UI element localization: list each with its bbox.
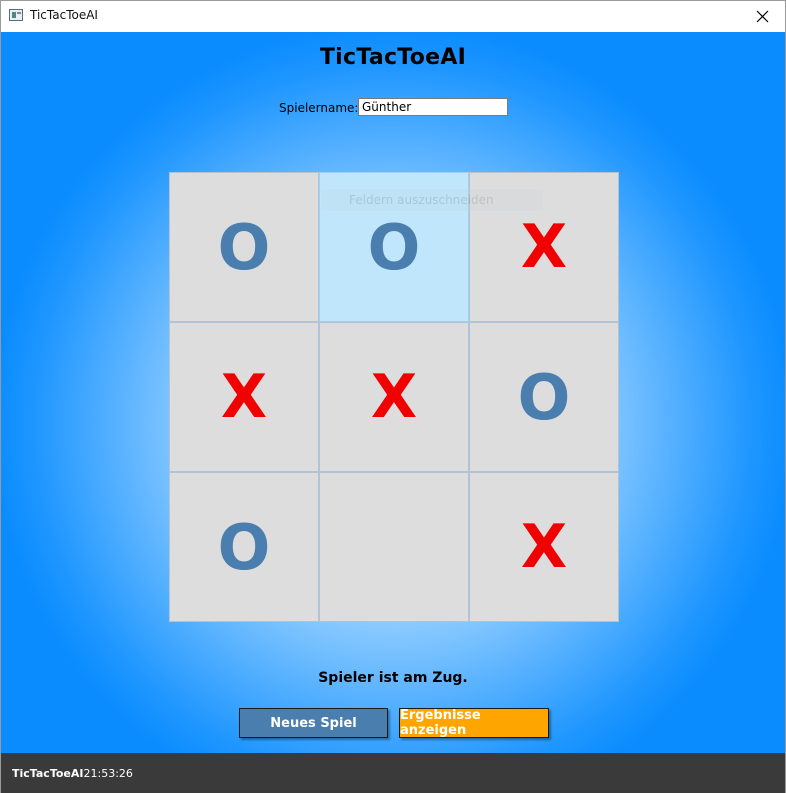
board-cell[interactable]: O — [469, 322, 619, 472]
app-window-icon — [9, 9, 23, 21]
board-cell[interactable]: X — [469, 472, 619, 622]
cell-mark: X — [520, 512, 568, 582]
board-cell[interactable]: O — [169, 472, 319, 622]
cell-mark: X — [370, 362, 418, 432]
board-cell[interactable]: X — [169, 322, 319, 472]
app-window: TicTacToeAI TicTacToeAI Spielername: O O… — [0, 0, 786, 793]
window-title: TicTacToeAI — [30, 8, 98, 22]
board-cell[interactable]: X — [319, 322, 469, 472]
footer-app-name: TicTacToeAI — [12, 767, 84, 780]
new-game-button[interactable]: Neues Spiel — [239, 708, 388, 738]
board-cell[interactable] — [319, 472, 469, 622]
cell-mark: O — [217, 510, 271, 584]
cell-mark: O — [367, 210, 421, 284]
page-title: TicTacToeAI — [319, 45, 467, 70]
player-name-label: Spielername: — [279, 101, 359, 115]
title-bar[interactable]: TicTacToeAI — [1, 1, 785, 31]
cell-mark: X — [520, 212, 568, 282]
close-icon — [756, 10, 768, 22]
main-area: TicTacToeAI Spielername: O O X X X O O X… — [1, 32, 785, 753]
board-cell[interactable]: O — [169, 172, 319, 322]
close-button[interactable] — [739, 1, 785, 31]
footer-info: TicTacToeAI21:53:26 — [12, 767, 133, 780]
tooltip-ghost: Feldern auszuschneiden — [321, 189, 543, 211]
show-results-button[interactable]: Ergebnisse anzeigen — [399, 708, 549, 738]
cell-mark: O — [217, 210, 271, 284]
footer-time: 21:53:26 — [83, 767, 133, 780]
status-text: Spieler ist am Zug. — [318, 670, 468, 686]
status-bar: TicTacToeAI21:53:26 — [1, 753, 785, 793]
player-name-input[interactable] — [358, 98, 508, 116]
game-board: O O X X X O O X — [169, 172, 619, 622]
cell-mark: X — [220, 362, 268, 432]
cell-mark: O — [517, 360, 571, 434]
